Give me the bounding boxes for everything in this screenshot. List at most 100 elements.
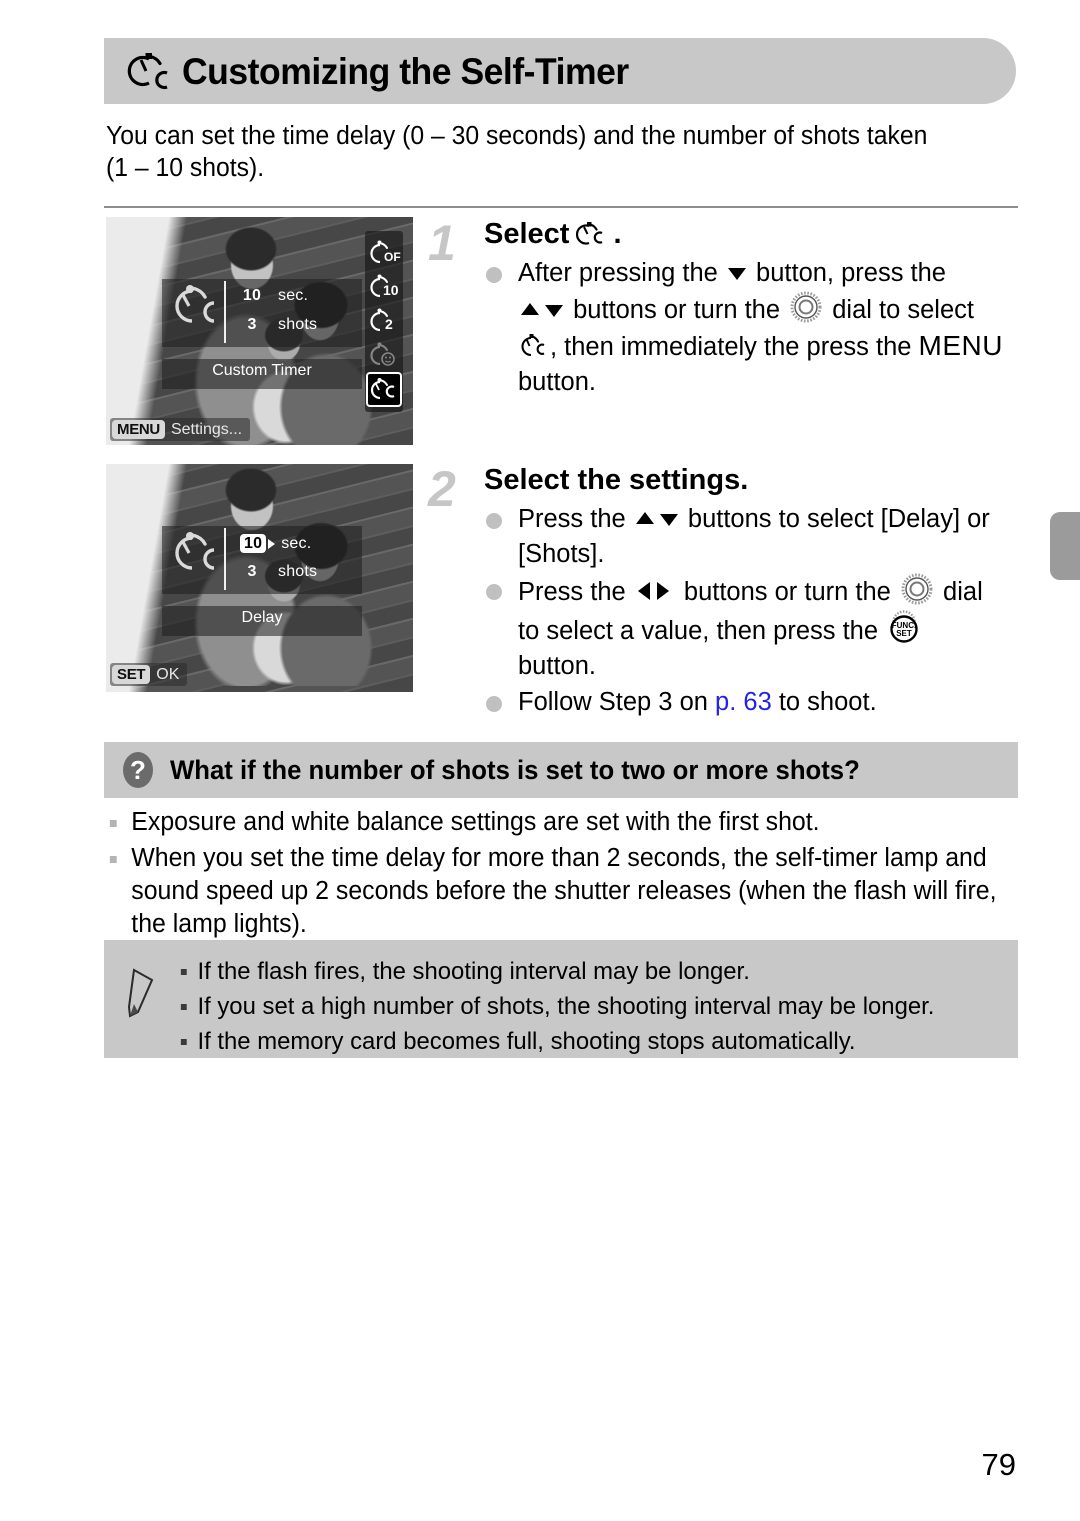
custom-self-timer-icon bbox=[521, 334, 545, 357]
step-2-number: 2 bbox=[428, 461, 456, 517]
up-down-buttons-icon bbox=[521, 303, 563, 317]
step-1-body: After pressing the button, press the but… bbox=[484, 256, 1018, 400]
self-timer-2s-option[interactable]: 2 bbox=[367, 304, 401, 337]
svg-text:SET: SET bbox=[896, 629, 912, 638]
page-tab-marker bbox=[1050, 512, 1080, 580]
qa-item: When you set the time delay for more tha… bbox=[104, 842, 999, 941]
shots-row[interactable]: 3 shots bbox=[240, 563, 317, 581]
note-box: If the flash fires, the shooting interva… bbox=[104, 940, 1018, 1058]
shots-value: 3 bbox=[247, 563, 257, 580]
delay-value-highlighted: 10 bbox=[240, 534, 267, 553]
text: , then immediately the press the bbox=[550, 333, 919, 361]
delay-unit: sec. bbox=[278, 287, 309, 304]
note-list: If the flash fires, the shooting interva… bbox=[176, 954, 1006, 1059]
line: Press the buttons to select [Delay] or bbox=[518, 502, 1018, 537]
text: Press the bbox=[518, 578, 633, 606]
text: Press the bbox=[518, 505, 633, 533]
text: button, press the bbox=[748, 259, 946, 287]
text: After pressing the bbox=[518, 259, 725, 287]
svg-text:?: ? bbox=[130, 755, 146, 785]
line: After pressing the button, press the bbox=[518, 256, 1018, 291]
svg-text:10: 10 bbox=[383, 282, 399, 298]
svg-text:OFF: OFF bbox=[384, 250, 401, 264]
delay-value: 10 bbox=[242, 287, 262, 304]
note-item: If the flash fires, the shooting interva… bbox=[176, 954, 985, 989]
control-dial-icon bbox=[790, 291, 822, 323]
intro-line-2: (1 – 10 shots). bbox=[106, 154, 265, 182]
text: dial bbox=[935, 578, 983, 606]
custom-self-timer-icon bbox=[127, 53, 168, 90]
custom-self-timer-large-icon bbox=[175, 532, 215, 570]
line: button. bbox=[518, 368, 596, 396]
value-right-arrow-icon bbox=[268, 538, 276, 549]
text: Follow Step 3 on bbox=[518, 688, 716, 716]
step-1: 1 Select . After pressing the button, pr… bbox=[428, 216, 1018, 401]
line: buttons or turn the dial to select bbox=[518, 291, 1018, 328]
step-2: 2 Select the settings. Press the buttons… bbox=[428, 462, 1018, 721]
page-number: 79 bbox=[981, 1447, 1016, 1482]
step-1-bullet-1: After pressing the button, press the but… bbox=[484, 256, 1018, 400]
step-2-heading: Select the settings. bbox=[484, 462, 1018, 498]
func-set-button-icon: FUNC.SET bbox=[890, 610, 918, 643]
shots-value: 3 bbox=[247, 316, 257, 333]
step-2-bullet-2: Press the buttons or turn the dial to se… bbox=[484, 573, 1018, 684]
step-1-heading: Select . bbox=[484, 216, 1018, 252]
page-title: Customizing the Self-Timer bbox=[182, 50, 629, 92]
shots-unit: shots bbox=[278, 563, 318, 580]
note-item: If you set a high number of shots, the s… bbox=[176, 989, 985, 1024]
delay-row[interactable]: 10 sec. bbox=[240, 287, 308, 305]
line: [Shots]. bbox=[518, 540, 605, 568]
menu-settings-text: Settings... bbox=[170, 421, 243, 438]
text: buttons or turn the bbox=[676, 578, 898, 606]
intro-line-1: You can set the time delay (0 – 30 secon… bbox=[106, 122, 928, 150]
self-timer-options-column[interactable]: OFF 10 2 bbox=[365, 231, 403, 412]
up-down-buttons-icon bbox=[635, 512, 678, 526]
section-divider bbox=[104, 206, 1018, 208]
line: to select a value, then press the FUNC. S… bbox=[518, 610, 1018, 649]
camera-screen-delay-setting: 10 sec. 3 shots Delay SET OK bbox=[106, 464, 413, 692]
svg-text:2: 2 bbox=[385, 316, 393, 332]
text: dial to select bbox=[825, 296, 974, 324]
shots-row[interactable]: 3 shots bbox=[240, 316, 317, 334]
self-timer-face-option[interactable] bbox=[367, 338, 401, 371]
control-dial-icon bbox=[901, 573, 933, 605]
text: buttons or turn the bbox=[566, 296, 788, 324]
self-timer-off-option[interactable]: OFF bbox=[367, 236, 401, 269]
question-mark-icon: ? bbox=[123, 752, 153, 788]
step-1-heading-period: . bbox=[613, 218, 622, 250]
intro-paragraph: You can set the time delay (0 – 30 secon… bbox=[106, 120, 991, 184]
line: Follow Step 3 on p. 63 to shoot. bbox=[518, 685, 1018, 720]
delay-unit: sec. bbox=[281, 535, 312, 552]
qa-item: Exposure and white balance settings are … bbox=[104, 806, 999, 839]
note-item: If the memory card becomes full, shootin… bbox=[176, 1024, 985, 1059]
menu-key-chip: MENU bbox=[112, 420, 165, 439]
menu-settings-badge[interactable]: MENU Settings... bbox=[110, 418, 251, 441]
panel-divider bbox=[224, 528, 226, 590]
ok-text: OK bbox=[156, 666, 180, 683]
text: to shoot. bbox=[771, 688, 877, 716]
left-right-buttons-icon bbox=[637, 582, 669, 600]
step-2-heading-text: Select the settings. bbox=[484, 464, 749, 496]
step-2-bullet-1: Press the buttons to select [Delay] or [… bbox=[484, 502, 1018, 572]
set-ok-badge[interactable]: SET OK bbox=[110, 663, 188, 686]
qa-header-bar: ? What if the number of shots is set to … bbox=[104, 742, 1018, 798]
down-button-icon bbox=[727, 268, 746, 280]
set-key-chip: SET bbox=[112, 665, 151, 684]
self-timer-10s-option[interactable]: 10 bbox=[367, 270, 401, 303]
page-reference-link[interactable]: p. 63 bbox=[715, 688, 772, 716]
menu-label: MENU bbox=[918, 330, 1003, 361]
delay-row-selected[interactable]: 10 sec. bbox=[240, 534, 311, 553]
step-1-number: 1 bbox=[428, 215, 456, 271]
camera-screen-custom-timer-menu: 10 sec. 3 shots Custom Timer OFF 10 bbox=[106, 217, 413, 445]
panel-divider bbox=[224, 281, 226, 343]
mode-label: Delay bbox=[241, 609, 283, 626]
text: buttons to select [Delay] or bbox=[680, 505, 990, 533]
shots-unit: shots bbox=[278, 316, 318, 333]
self-timer-custom-option[interactable] bbox=[366, 372, 402, 407]
page-title-bar: Customizing the Self-Timer bbox=[104, 38, 1016, 104]
step-2-bullet-3: Follow Step 3 on p. 63 to shoot. bbox=[484, 685, 1018, 720]
mode-label: Custom Timer bbox=[212, 362, 312, 379]
line: button. bbox=[518, 652, 596, 680]
qa-body: Exposure and white balance settings are … bbox=[104, 806, 1022, 944]
step-2-body: Press the buttons to select [Delay] or [… bbox=[484, 502, 1018, 720]
